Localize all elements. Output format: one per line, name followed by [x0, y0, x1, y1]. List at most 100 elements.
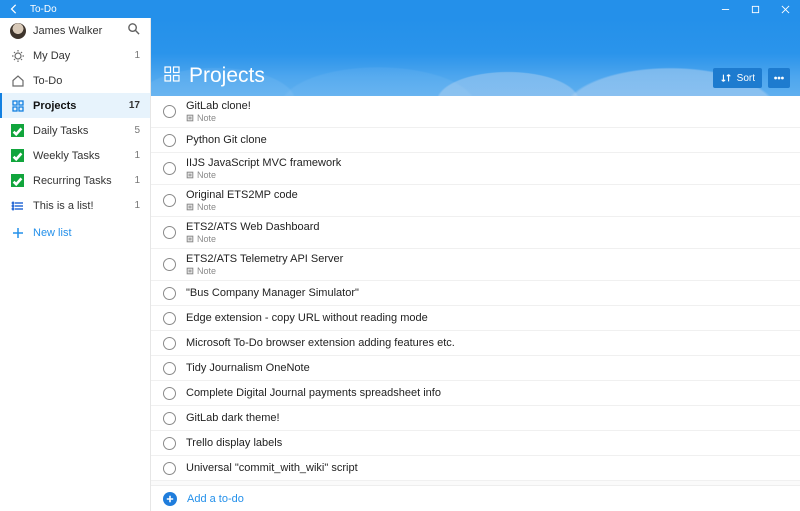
task-title: Universal "commit_with_wiki" script — [186, 462, 358, 474]
sidebar-item-count: 17 — [129, 100, 140, 111]
sidebar: James Walker My Day 1 To-Do — [0, 18, 151, 511]
checkbox-icon — [10, 123, 25, 138]
window-maximize-button[interactable] — [740, 0, 770, 18]
sidebar-item-count: 1 — [134, 200, 140, 211]
task-row[interactable]: Complete Digital Journal payments spread… — [151, 381, 800, 406]
sort-label: Sort — [737, 73, 755, 84]
task-checkbox[interactable] — [163, 105, 176, 118]
task-row[interactable]: Python Git clone — [151, 128, 800, 153]
task-note-indicator: Note — [186, 266, 343, 276]
task-title: Tidy Journalism OneNote — [186, 362, 310, 374]
task-checkbox[interactable] — [163, 287, 176, 300]
add-task-row[interactable]: Add a to-do — [151, 485, 800, 511]
sidebar-item-label: Weekly Tasks — [33, 150, 130, 162]
sidebar-item-weekly-tasks[interactable]: Weekly Tasks 1 — [0, 143, 150, 168]
sidebar-item-count: 5 — [134, 125, 140, 136]
task-row[interactable]: Microsoft To-Do browser extension adding… — [151, 331, 800, 356]
task-row[interactable]: GitLab dark theme! — [151, 406, 800, 431]
title-bar: To-Do — [0, 0, 800, 18]
window-title: To-Do — [30, 4, 57, 15]
sidebar-item-label: To-Do — [33, 75, 136, 87]
ellipsis-icon — [773, 72, 785, 84]
task-title: GitLab clone! — [186, 100, 251, 112]
task-title: Complete Digital Journal payments spread… — [186, 387, 441, 399]
list-header: Projects Sort — [151, 18, 800, 96]
search-icon[interactable] — [127, 22, 140, 40]
task-row[interactable]: Edge extension - copy URL without readin… — [151, 306, 800, 331]
sidebar-item-recurring-tasks[interactable]: Recurring Tasks 1 — [0, 168, 150, 193]
task-row[interactable]: Tidy Journalism OneNote — [151, 356, 800, 381]
task-title: IIJS JavaScript MVC framework — [186, 157, 341, 169]
task-note-indicator: Note — [186, 234, 320, 244]
task-row[interactable]: Original ETS2MP codeNote — [151, 185, 800, 217]
window-minimize-button[interactable] — [710, 0, 740, 18]
sidebar-item-my-day[interactable]: My Day 1 — [0, 43, 150, 68]
task-title: GitLab dark theme! — [186, 412, 280, 424]
task-row[interactable]: GitLab clone!Note — [151, 96, 800, 128]
grid-icon — [163, 65, 181, 88]
back-button[interactable] — [0, 0, 28, 18]
task-note-indicator: Note — [186, 113, 251, 123]
task-title: Trello display labels — [186, 437, 282, 449]
sort-button[interactable]: Sort — [713, 68, 762, 88]
task-checkbox[interactable] — [163, 387, 176, 400]
task-title: "Bus Company Manager Simulator" — [186, 287, 359, 299]
plus-icon — [10, 227, 25, 239]
sidebar-item-label: This is a list! — [33, 200, 130, 212]
task-title: Microsoft To-Do browser extension adding… — [186, 337, 455, 349]
checkbox-icon — [10, 173, 25, 188]
sidebar-item-projects[interactable]: Projects 17 — [0, 93, 150, 118]
task-checkbox[interactable] — [163, 312, 176, 325]
plus-circle-icon — [163, 492, 177, 506]
sidebar-item-label: My Day — [33, 50, 130, 62]
sidebar-item-count: 1 — [134, 50, 140, 61]
list-title: Projects — [189, 64, 265, 88]
sidebar-item-daily-tasks[interactable]: Daily Tasks 5 — [0, 118, 150, 143]
sidebar-item-label: Recurring Tasks — [33, 175, 130, 187]
new-list-label: New list — [33, 227, 72, 239]
sidebar-item-count: 1 — [134, 150, 140, 161]
checkbox-icon — [10, 148, 25, 163]
home-icon — [10, 73, 25, 88]
avatar — [10, 23, 26, 39]
window-close-button[interactable] — [770, 0, 800, 18]
task-note-indicator: Note — [186, 202, 298, 212]
profile-row[interactable]: James Walker — [0, 18, 150, 43]
task-checkbox[interactable] — [163, 258, 176, 271]
sidebar-item-count: 1 — [134, 175, 140, 186]
sidebar-item-todo[interactable]: To-Do — [0, 68, 150, 93]
task-row[interactable]: Trello display labels — [151, 431, 800, 456]
task-row[interactable]: Universal "commit_with_wiki" script — [151, 456, 800, 481]
task-title: ETS2/ATS Telemetry API Server — [186, 253, 343, 265]
sort-icon — [720, 72, 732, 84]
sidebar-item-label: Projects — [33, 100, 125, 112]
task-checkbox[interactable] — [163, 134, 176, 147]
task-row[interactable]: ETS2/ATS Telemetry API ServerNote — [151, 249, 800, 281]
main-pane: Projects Sort GitLab clone!NotePython Gi… — [151, 18, 800, 511]
task-checkbox[interactable] — [163, 362, 176, 375]
task-checkbox[interactable] — [163, 226, 176, 239]
list-icon — [10, 198, 25, 213]
task-note-indicator: Note — [186, 170, 341, 180]
note-icon — [186, 114, 194, 122]
more-options-button[interactable] — [768, 68, 790, 88]
note-icon — [186, 203, 194, 211]
task-title: Edge extension - copy URL without readin… — [186, 312, 428, 324]
task-title: Original ETS2MP code — [186, 189, 298, 201]
task-checkbox[interactable] — [163, 412, 176, 425]
task-checkbox[interactable] — [163, 194, 176, 207]
task-checkbox[interactable] — [163, 462, 176, 475]
task-row[interactable]: "Bus Company Manager Simulator" — [151, 281, 800, 306]
sidebar-item-this-is-a-list[interactable]: This is a list! 1 — [0, 193, 150, 218]
task-row[interactable]: ETS2/ATS Web DashboardNote — [151, 217, 800, 249]
task-checkbox[interactable] — [163, 337, 176, 350]
task-checkbox[interactable] — [163, 162, 176, 175]
grid-icon — [10, 98, 25, 113]
task-checkbox[interactable] — [163, 437, 176, 450]
task-row[interactable]: IIJS JavaScript MVC frameworkNote — [151, 153, 800, 185]
new-list-button[interactable]: New list — [0, 220, 150, 245]
task-list[interactable]: GitLab clone!NotePython Git cloneIIJS Ja… — [151, 96, 800, 485]
sun-icon — [10, 48, 25, 63]
note-icon — [186, 267, 194, 275]
note-icon — [186, 171, 194, 179]
